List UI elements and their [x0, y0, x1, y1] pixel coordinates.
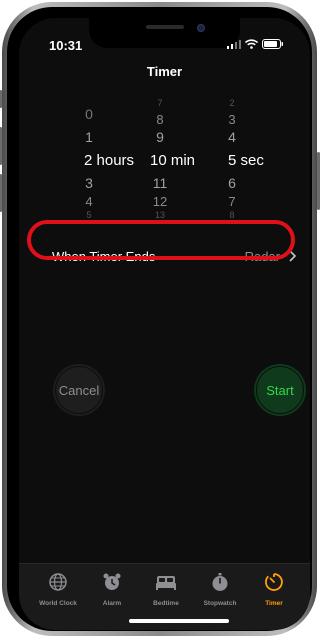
status-time: 10:31 — [49, 38, 83, 53]
mute-switch — [0, 90, 2, 108]
side-button — [317, 152, 320, 210]
picker-item: 2 — [229, 98, 235, 108]
cellular-signal-icon — [227, 39, 241, 49]
picker-item: 3 — [85, 175, 93, 191]
battery-icon — [262, 39, 283, 49]
picker-item: 11 — [152, 175, 168, 191]
volume-up-button — [0, 127, 2, 165]
tab-world-clock[interactable]: World Clock — [29, 572, 87, 607]
picker-item: 7 — [157, 98, 163, 108]
minutes-selected: 10 min — [150, 152, 196, 169]
page-title: Timer — [146, 64, 183, 79]
status-icons — [227, 39, 284, 49]
picker-item: 3 — [228, 112, 236, 127]
tab-label: Timer — [265, 600, 283, 607]
picker-item: 12 — [152, 194, 168, 209]
front-camera — [197, 24, 205, 32]
tab-bar: World Clock Alarm Bedtime Stopwatch Time… — [19, 563, 310, 630]
highlight-annotation — [27, 220, 295, 260]
alarm-clock-icon — [103, 573, 121, 590]
tab-label: World Clock — [39, 600, 77, 607]
stopwatch-icon — [212, 573, 228, 591]
globe-icon — [49, 573, 67, 591]
picker-item: 13 — [154, 210, 165, 220]
tab-label: Bedtime — [153, 600, 179, 607]
picker-item: 4 — [228, 129, 236, 145]
picker-item: 7 — [228, 194, 236, 209]
tab-bedtime[interactable]: Bedtime — [137, 572, 195, 607]
picker-item: 8 — [156, 112, 164, 127]
seconds-selected: 5 sec — [228, 152, 264, 169]
wifi-icon — [245, 39, 258, 49]
hours-picker[interactable]: 0 1 2 hours 3 4 5 — [69, 100, 149, 228]
picker-item: 6 — [228, 175, 236, 191]
bezel: 10:31 Timer 0 1 2 hours 3 4 5 7 8 9 10 m… — [7, 7, 312, 631]
picker-item: 1 — [85, 129, 93, 145]
tab-alarm[interactable]: Alarm — [83, 572, 141, 607]
start-button-ring — [256, 366, 304, 414]
hours-selected: 2 hours — [84, 152, 135, 169]
screen: 10:31 Timer 0 1 2 hours 3 4 5 7 8 9 10 m… — [19, 18, 310, 630]
home-indicator[interactable] — [129, 619, 229, 623]
notch — [89, 18, 240, 48]
picker-item: 0 — [85, 106, 93, 122]
cancel-button[interactable]: Cancel — [53, 364, 105, 416]
bed-icon — [156, 576, 176, 590]
picker-item: 4 — [85, 194, 93, 209]
phone-frame: 10:31 Timer 0 1 2 hours 3 4 5 7 8 9 10 m… — [0, 2, 320, 636]
speaker-grille — [146, 25, 184, 29]
minutes-picker[interactable]: 7 8 9 10 min 11 12 13 — [140, 98, 220, 228]
picker-item: 9 — [156, 129, 164, 145]
picker-item: 5 — [86, 210, 92, 220]
tab-timer[interactable]: Timer — [245, 572, 303, 607]
tab-stopwatch[interactable]: Stopwatch — [191, 572, 249, 607]
start-button[interactable]: Start — [254, 364, 306, 416]
timer-icon — [265, 573, 283, 591]
tab-label: Alarm — [102, 600, 122, 607]
seconds-picker[interactable]: 2 3 4 5 sec 6 7 8 — [212, 98, 292, 228]
volume-down-button — [0, 174, 2, 212]
tab-label: Stopwatch — [203, 600, 237, 607]
cancel-button-ring — [55, 366, 103, 414]
picker-item: 8 — [229, 210, 235, 220]
